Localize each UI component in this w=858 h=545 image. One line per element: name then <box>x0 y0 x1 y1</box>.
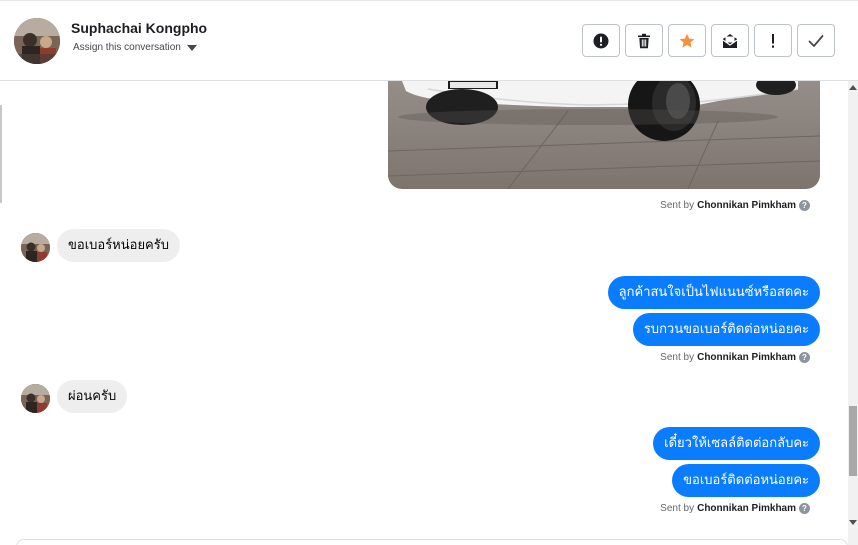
message-scrollbar[interactable] <box>848 81 858 545</box>
agent-name[interactable]: Chonnikan Pimkham <box>697 503 796 514</box>
star-icon <box>679 33 695 48</box>
contact-name[interactable]: Suphachai Kongpho <box>71 20 207 36</box>
message-composer[interactable] <box>16 539 848 545</box>
sender-avatar[interactable] <box>21 233 50 262</box>
agent-name[interactable]: Chonnikan Pimkham <box>697 200 796 211</box>
mark-done-button[interactable] <box>797 24 835 57</box>
agent-name[interactable]: Chonnikan Pimkham <box>697 352 796 363</box>
scroll-up-arrow-icon[interactable] <box>849 85 857 90</box>
follow-up-button[interactable] <box>754 24 792 57</box>
sent-by-prefix: Sent by <box>660 200 695 211</box>
image-attachment[interactable] <box>388 81 820 189</box>
inbox-conversation-view: Suphachai Kongpho Assign this conversati… <box>0 0 858 545</box>
check-icon <box>808 34 824 47</box>
contact-avatar[interactable] <box>14 18 60 64</box>
sent-by-prefix: Sent by <box>660 503 695 514</box>
star-button[interactable] <box>668 24 706 57</box>
conversation-actions <box>582 24 835 57</box>
outgoing-message: รบกวนขอเบอร์ติดต่อหน่อยคะ <box>632 313 820 346</box>
alert-circle-icon <box>593 33 609 48</box>
assign-label: Assign this conversation <box>73 42 181 53</box>
trash-icon <box>638 33 650 48</box>
assign-conversation-dropdown[interactable]: Assign this conversation <box>73 42 197 53</box>
left-divider <box>0 105 2 203</box>
help-icon[interactable]: ? <box>799 200 810 211</box>
envelope-icon <box>722 33 738 48</box>
help-icon[interactable]: ? <box>799 503 810 514</box>
mark-spam-button[interactable] <box>582 24 620 57</box>
outgoing-message: ขอเบอร์ติดต่อหน่อยคะ <box>672 464 820 497</box>
outgoing-message: ลูกค้าสนใจเป็นไฟแนนซ์หรือสดคะ <box>607 276 820 309</box>
incoming-message: ผ่อนครับ <box>57 380 128 413</box>
mark-unread-button[interactable] <box>711 24 749 57</box>
message-list: Sent by Chonnikan Pimkham ? ขอเบอร์หน่อย… <box>0 81 848 545</box>
exclamation-icon <box>772 33 774 48</box>
caret-down-icon <box>186 44 197 51</box>
sent-by-label: Sent by Chonnikan Pimkham ? <box>660 352 810 363</box>
scroll-down-arrow-icon[interactable] <box>849 520 857 525</box>
sender-avatar[interactable] <box>21 384 50 413</box>
outgoing-message: เดี๋ยวให้เซลล์ติดต่อกลับคะ <box>653 427 820 460</box>
conversation-header: Suphachai Kongpho Assign this conversati… <box>0 0 858 81</box>
sent-by-label: Sent by Chonnikan Pimkham ? <box>660 503 810 514</box>
delete-button[interactable] <box>625 24 663 57</box>
scroll-thumb[interactable] <box>849 406 857 476</box>
help-icon[interactable]: ? <box>799 352 810 363</box>
sent-by-label: Sent by Chonnikan Pimkham ? <box>660 200 810 211</box>
incoming-message: ขอเบอร์หน่อยครับ <box>57 229 180 262</box>
sent-by-prefix: Sent by <box>660 352 695 363</box>
